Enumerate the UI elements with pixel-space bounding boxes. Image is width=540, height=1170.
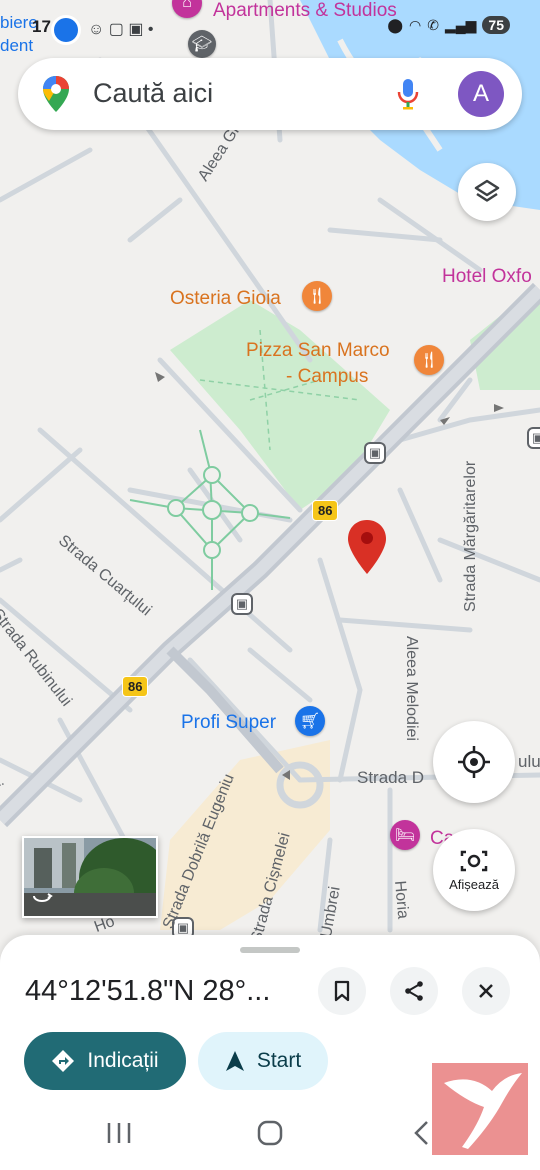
share-icon <box>405 981 423 1001</box>
bookmark-icon <box>334 980 350 1002</box>
recent-apps-icon[interactable] <box>106 1121 132 1145</box>
home-icon[interactable] <box>257 1120 283 1146</box>
call-icon: ✆ <box>427 16 439 33</box>
account-avatar[interactable]: A <box>458 71 504 117</box>
road-shield-86: 86 <box>122 676 149 697</box>
my-location-button[interactable] <box>433 721 515 803</box>
camera-icon <box>460 850 488 871</box>
wifi-icon: ◠ <box>409 16 422 33</box>
show-camera-button[interactable]: Afișează <box>433 829 515 911</box>
crosshair-icon <box>458 746 490 778</box>
microphone-icon[interactable] <box>396 78 420 110</box>
search-input[interactable]: Caută aici <box>93 78 213 109</box>
bus-stop-icon[interactable]: ▣ <box>364 442 386 464</box>
directions-button[interactable]: Indicații <box>24 1032 186 1090</box>
sheet-drag-handle[interactable] <box>240 947 300 953</box>
maps-notification-icon <box>54 18 78 42</box>
dropped-pin-icon[interactable] <box>346 518 388 576</box>
street-view-image <box>24 838 156 916</box>
street-label-margaritarelor: Strada Mărgăritarelor <box>462 460 479 612</box>
save-button[interactable] <box>318 967 366 1015</box>
directions-label: Indicații <box>87 1049 159 1072</box>
street-label-melodiei: Aleea Melodiei <box>403 636 420 741</box>
restaurant-pin-icon[interactable]: 🍴︎ <box>414 345 444 375</box>
poi-profi-label[interactable]: Profi Super <box>181 712 276 734</box>
notification-icons: ☺ ▢ ▣ • <box>88 21 154 38</box>
poi-osteria-label[interactable]: Osteria Gioia <box>170 288 281 310</box>
poi-pizza-label[interactable]: Pizza San Marco <box>246 340 390 362</box>
close-button[interactable] <box>462 967 510 1015</box>
directions-icon <box>52 1050 75 1072</box>
coordinates-title: 44°12'51.8"N 28°... <box>25 975 271 1007</box>
show-button-label: Afișează <box>449 876 499 892</box>
start-label: Start <box>256 1049 302 1072</box>
signal-icon: ▂▄▆ <box>444 16 477 33</box>
maps-logo-icon <box>43 76 69 112</box>
poi-pizza-label-line2[interactable]: - Campus <box>286 366 368 388</box>
restaurant-pin-icon[interactable]: 🍴︎ <box>302 281 332 311</box>
status-icons: ⬤ ◠ ✆ ▂▄▆ 75 <box>387 16 510 34</box>
navigation-arrow-icon <box>225 1051 244 1071</box>
road-shield-86: 86 <box>312 500 339 521</box>
location-icon: ⬤ <box>387 16 404 33</box>
bus-stop-icon[interactable]: ▣ <box>527 427 540 449</box>
hotel-pin-icon[interactable]: 🛏︎ <box>390 820 420 850</box>
layers-button[interactable] <box>458 163 516 221</box>
search-bar[interactable]: Caută aici A <box>18 58 522 130</box>
start-button[interactable]: Start <box>198 1032 328 1090</box>
shopping-cart-icon[interactable]: 🛒︎ <box>295 706 325 736</box>
street-label-horia: Horia <box>391 880 412 920</box>
battery-indicator: 75 <box>482 16 510 34</box>
status-bar: 17:10 ☺ ▢ ▣ • ⬤ ◠ ✆ ▂▄▆ 75 <box>0 0 540 56</box>
close-icon <box>479 984 493 998</box>
street-label-ului: ului <box>518 752 540 771</box>
bus-stop-icon[interactable]: ▣ <box>231 593 253 615</box>
back-icon[interactable] <box>412 1120 430 1146</box>
share-button[interactable] <box>390 967 438 1015</box>
poi-hotel-label[interactable]: Hotel Oxfo <box>442 266 532 288</box>
street-label-strada-d: Strada D <box>357 768 425 787</box>
street-view-thumbnail[interactable] <box>22 836 158 918</box>
layers-icon <box>474 179 500 202</box>
watermark-logo <box>432 1063 528 1155</box>
